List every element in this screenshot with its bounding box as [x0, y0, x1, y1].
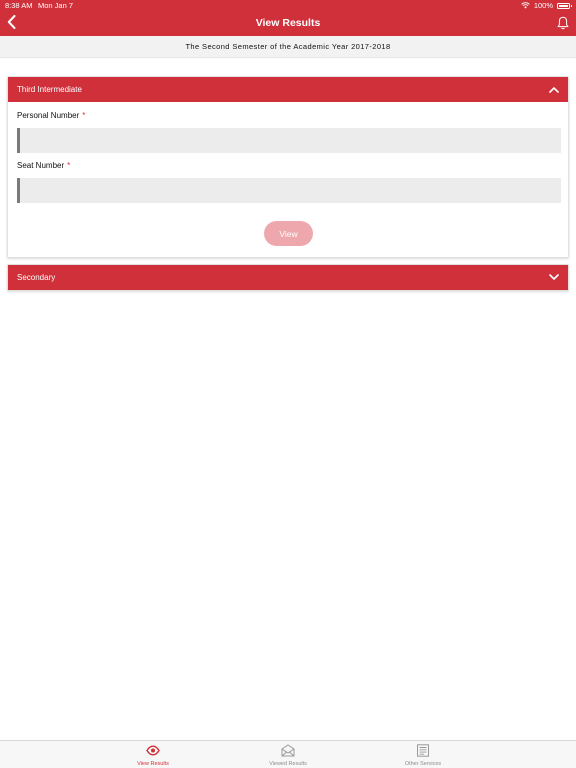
status-time: 8:38 AM — [5, 1, 33, 10]
tab-label: View Results — [137, 761, 169, 767]
list-icon — [417, 744, 429, 757]
tab-view-results[interactable]: View Results — [93, 741, 213, 768]
personal-number-label-text: Personal Number — [17, 111, 80, 120]
accordion-third-intermediate: Third Intermediate Personal Number * Seat… — [7, 76, 569, 258]
eye-icon — [146, 745, 160, 756]
accordion-header-secondary[interactable]: Secondary — [8, 265, 568, 290]
personal-number-input[interactable] — [17, 128, 561, 153]
accordion-title: Third Intermediate — [17, 85, 82, 94]
battery-percent: 100% — [533, 1, 553, 10]
seat-number-label: Seat Number * — [17, 161, 559, 171]
tab-viewed-results[interactable]: Viewed Results — [228, 741, 348, 768]
accordion-secondary: Secondary — [7, 264, 569, 291]
screen: 8:38 AM Mon Jan 7 100% View Results The … — [0, 0, 576, 768]
chevron-up-icon — [549, 85, 559, 94]
view-button[interactable]: View — [264, 221, 313, 246]
accordion-title: Secondary — [17, 273, 56, 282]
status-right: 100% — [521, 0, 572, 11]
wifi-icon — [521, 2, 530, 9]
required-asterisk: * — [67, 161, 71, 170]
tab-label: Viewed Results — [269, 761, 307, 767]
tab-label: Other Services — [404, 761, 442, 767]
accordion-header-third-intermediate[interactable]: Third Intermediate — [8, 77, 568, 102]
semester-banner: The Second Semester of the Academic Year… — [0, 36, 576, 58]
status-date: Mon Jan 7 — [38, 1, 74, 10]
tab-other-services[interactable]: Other Services — [363, 741, 483, 768]
page-title: View Results — [255, 17, 321, 29]
required-asterisk: * — [82, 111, 86, 120]
top-bar: 8:38 AM Mon Jan 7 100% View Results — [0, 0, 576, 36]
accordion-body: Personal Number * Seat Number * View — [8, 111, 568, 257]
chevron-down-icon — [549, 273, 559, 282]
seat-number-input[interactable] — [17, 178, 561, 203]
tab-bar: View Results Viewed Results Other Servic… — [0, 740, 576, 768]
bell-icon — [557, 16, 569, 30]
battery-icon — [557, 2, 572, 9]
personal-number-label: Personal Number * — [17, 111, 559, 121]
seat-number-label-text: Seat Number — [17, 161, 65, 170]
notifications-button[interactable] — [556, 15, 570, 31]
envelope-open-icon — [281, 744, 295, 757]
status-bar: 8:38 AM Mon Jan 7 100% — [0, 0, 576, 11]
